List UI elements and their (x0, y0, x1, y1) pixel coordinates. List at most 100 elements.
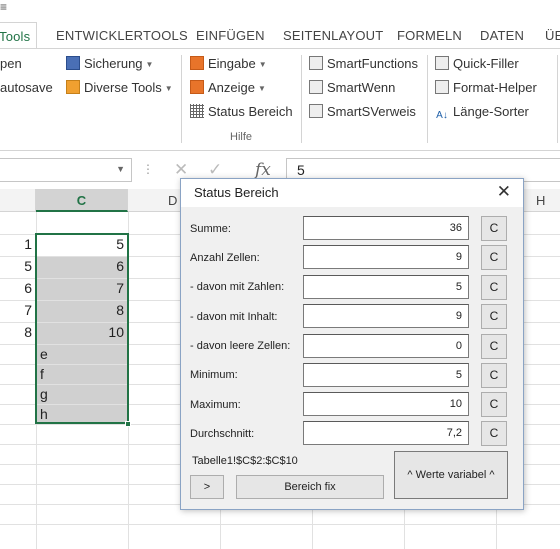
quick-filler-button[interactable]: Quick-Filler (435, 54, 519, 74)
tab-einfuegen[interactable]: EINFÜGEN (196, 22, 265, 49)
insert-function-icon[interactable]: fx (255, 160, 271, 180)
copy-durchschnitt-button[interactable]: C (481, 421, 507, 446)
diverse-tools-button[interactable]: Diverse Tools ▼ (66, 78, 173, 98)
chevron-down-icon: ▼ (258, 60, 267, 69)
bereich-fix-button[interactable]: Bereich fix (236, 475, 384, 499)
tab-formeln[interactable]: FORMELN (397, 22, 462, 49)
dialog-titlebar[interactable]: Status Bereich ✕ (181, 179, 523, 207)
anzeige-button[interactable]: Anzeige ▼ (190, 78, 266, 98)
smart-functions-label: SmartFunctions (327, 56, 419, 71)
ribbon-separator (557, 55, 558, 143)
status-bereich-dialog: Status Bereich ✕ Summe: 36 C Anzahl Zell… (180, 178, 524, 510)
tools-icon (66, 80, 80, 94)
stat-label-davon-mit-inhalt: - davon mit Inhalt: (190, 311, 278, 323)
copy-anzahl-zellen-button[interactable]: C (481, 245, 507, 270)
cell-b3[interactable]: 5 (0, 256, 32, 276)
name-box[interactable]: ▼ (0, 158, 132, 182)
copy-maximum-button[interactable]: C (481, 392, 507, 417)
copy-minimum-button[interactable]: C (481, 363, 507, 388)
stat-value-davon-mit-inhalt: 9 (303, 304, 469, 328)
tab-seitenlayout[interactable]: SEITENLAYOUT (283, 22, 383, 49)
open-label: pen (0, 56, 22, 71)
copy-summe-button[interactable]: C (481, 216, 507, 241)
stat-value-anzahl-zellen: 9 (303, 245, 469, 269)
anzeige-label: Anzeige (208, 80, 255, 95)
format-helper-button[interactable]: Format-Helper (435, 78, 537, 98)
stat-label-maximum: Maximum: (190, 399, 241, 411)
stat-value-davon-leere-zellen: 0 (303, 334, 469, 358)
fill-icon (435, 56, 449, 70)
autosave-label: autosave (0, 80, 53, 95)
stat-label-davon-mit-zahlen: - davon mit Zahlen: (190, 281, 285, 293)
eingabe-icon (190, 56, 204, 70)
stat-label-anzahl-zellen: Anzahl Zellen: (190, 252, 260, 264)
status-bereich-button[interactable]: Status Bereich (190, 102, 293, 122)
cell-b6[interactable]: 8 (0, 322, 32, 342)
smart-sverweis-button[interactable]: SmartSVerweis (309, 102, 416, 122)
format-icon (435, 80, 449, 94)
sort-icon: A↓ (436, 110, 448, 121)
grid-icon (190, 104, 204, 118)
stat-value-davon-mit-zahlen: 5 (303, 275, 469, 299)
more-icon: ⋮ (142, 162, 154, 176)
chevron-down-icon: ▼ (257, 84, 266, 93)
quick-access-toolbar: ≡ (0, 0, 560, 22)
ribbon-tabbar: Tools ENTWICKLERTOOLS EINFÜGEN SEITENLAY… (0, 22, 560, 49)
selected-range-text: Tabelle1!$C$2:$C$10 (192, 455, 298, 467)
sicherung-label: Sicherung (84, 56, 143, 71)
column-header-c[interactable]: C (36, 189, 128, 212)
stat-label-durchschnitt: Durchschnitt: (190, 428, 255, 440)
eingabe-button[interactable]: Eingabe ▼ (190, 54, 267, 74)
open-button[interactable]: pen (0, 54, 22, 74)
cell-b2[interactable]: 1 (0, 234, 32, 254)
chevron-down-icon: ▼ (145, 60, 154, 69)
save-icon (66, 56, 80, 70)
dialog-title: Status Bereich (194, 185, 279, 200)
status-bereich-label: Status Bereich (208, 104, 293, 119)
qat-menu-icon[interactable]: ≡ (0, 0, 7, 14)
sicherung-button[interactable]: Sicherung ▼ (66, 54, 153, 74)
chevron-down-icon: ▼ (164, 84, 173, 93)
format-helper-label: Format-Helper (453, 80, 537, 95)
chevron-down-icon: ▼ (116, 164, 125, 174)
autosave-button[interactable]: autosave (0, 78, 53, 98)
cell-b4[interactable]: 6 (0, 278, 32, 298)
smart-wenn-button[interactable]: SmartWenn (309, 78, 395, 98)
ribbon-panel: pen autosave Sicherung ▼ Diverse Tools ▼ E… (0, 48, 560, 151)
stat-label-minimum: Minimum: (190, 369, 238, 381)
quick-filler-label: Quick-Filler (453, 56, 519, 71)
column-header-b[interactable] (0, 189, 36, 212)
eingabe-label: Eingabe (208, 56, 256, 71)
tab-ueberpruefen[interactable]: ÜE (545, 22, 560, 49)
tab-daten[interactable]: DATEN (480, 22, 524, 49)
smart-wenn-label: SmartWenn (327, 80, 396, 95)
next-button[interactable]: > (190, 475, 224, 499)
close-icon[interactable]: ✕ (497, 182, 511, 202)
werte-variabel-button[interactable]: ^ Werte variabel ^ (394, 451, 508, 499)
function-icon (309, 80, 323, 94)
stat-value-maximum: 10 (303, 392, 469, 416)
selection-border (35, 233, 129, 424)
smart-functions-button[interactable]: SmartFunctions (309, 54, 418, 74)
fill-handle[interactable] (125, 421, 131, 427)
laenge-sorter-button[interactable]: A↓ Länge-Sorter (435, 102, 529, 122)
group-label-hilfe: Hilfe (230, 131, 253, 143)
cell-b5[interactable]: 7 (0, 300, 32, 320)
tab-entwicklertools[interactable]: ENTWICKLERTOOLS (56, 22, 188, 49)
ribbon-separator (301, 55, 302, 143)
stat-value-summe: 36 (303, 216, 469, 240)
enter-icon[interactable]: ✓ (208, 160, 222, 180)
tab-tools[interactable]: Tools (0, 22, 38, 49)
cancel-icon[interactable]: ✕ (174, 160, 188, 180)
stat-value-minimum: 5 (303, 363, 469, 387)
laenge-sorter-label: Länge-Sorter (453, 104, 529, 119)
stat-value-durchschnitt: 7,2 (303, 421, 469, 445)
ribbon-separator (181, 55, 182, 143)
ribbon-separator (427, 55, 428, 143)
function-icon (309, 56, 323, 70)
stat-label-davon-leere-zellen: - davon leere Zellen: (190, 340, 291, 352)
copy-davon-leere-zellen-button[interactable]: C (481, 334, 507, 359)
stat-label-summe: Summe: (190, 223, 231, 235)
copy-davon-mit-inhalt-button[interactable]: C (481, 304, 507, 329)
copy-davon-mit-zahlen-button[interactable]: C (481, 275, 507, 300)
